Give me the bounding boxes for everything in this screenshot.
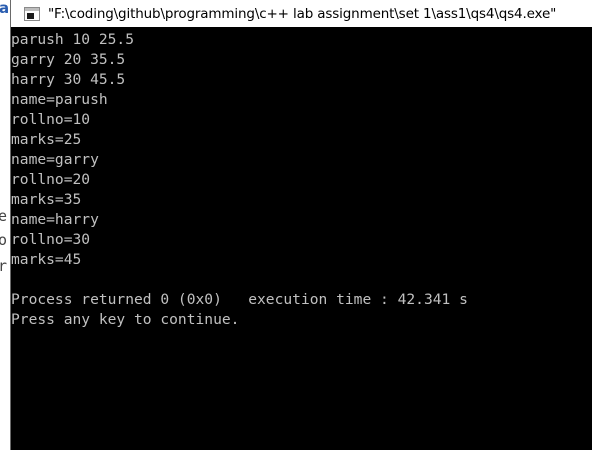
console-line: parush 10 25.5 xyxy=(11,31,135,48)
console-line: name=harry xyxy=(11,211,99,228)
console-app-icon[interactable] xyxy=(24,6,40,21)
console-window[interactable]: "F:\coding\github\programming\c++ lab as… xyxy=(10,0,592,450)
console-line: Press any key to continue. xyxy=(11,311,240,328)
console-line: marks=25 xyxy=(11,131,82,148)
console-line: marks=35 xyxy=(11,191,82,208)
console-line: name=garry xyxy=(11,151,99,168)
console-line: harry 30 45.5 xyxy=(11,71,126,88)
background-editor-window[interactable]: a e o r xyxy=(0,0,10,450)
title-bar[interactable]: "F:\coding\github\programming\c++ lab as… xyxy=(11,0,592,27)
background-glyph: a xyxy=(0,0,10,17)
console-line: name=parush xyxy=(11,91,108,108)
background-glyph: e xyxy=(0,207,8,225)
console-line: rollno=30 xyxy=(11,231,91,248)
console-line: rollno=20 xyxy=(11,171,91,188)
console-line: garry 20 35.5 xyxy=(11,51,126,68)
background-glyph: o xyxy=(0,231,8,249)
desktop: a e o r "F:\coding\github\programming\c+… xyxy=(0,0,592,450)
console-output[interactable]: parush 10 25.5 garry 20 35.5 harry 30 45… xyxy=(11,27,592,450)
console-line: marks=45 xyxy=(11,251,82,268)
console-line: Process returned 0 (0x0) execution time … xyxy=(11,291,468,308)
background-glyph: r xyxy=(0,257,8,275)
window-title: "F:\coding\github\programming\c++ lab as… xyxy=(48,5,557,22)
console-line: rollno=10 xyxy=(11,111,91,128)
